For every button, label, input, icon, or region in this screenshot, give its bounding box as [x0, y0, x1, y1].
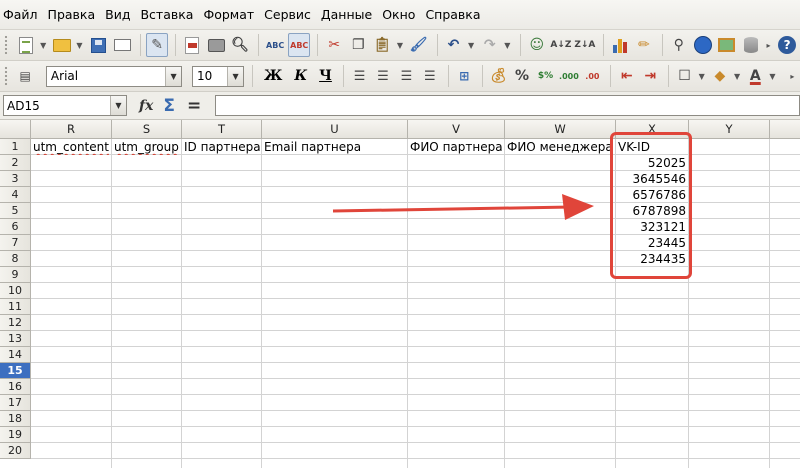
arrow-shaft: [332, 205, 573, 213]
arrow-head: [562, 194, 594, 220]
annotation-arrow: [332, 194, 594, 220]
